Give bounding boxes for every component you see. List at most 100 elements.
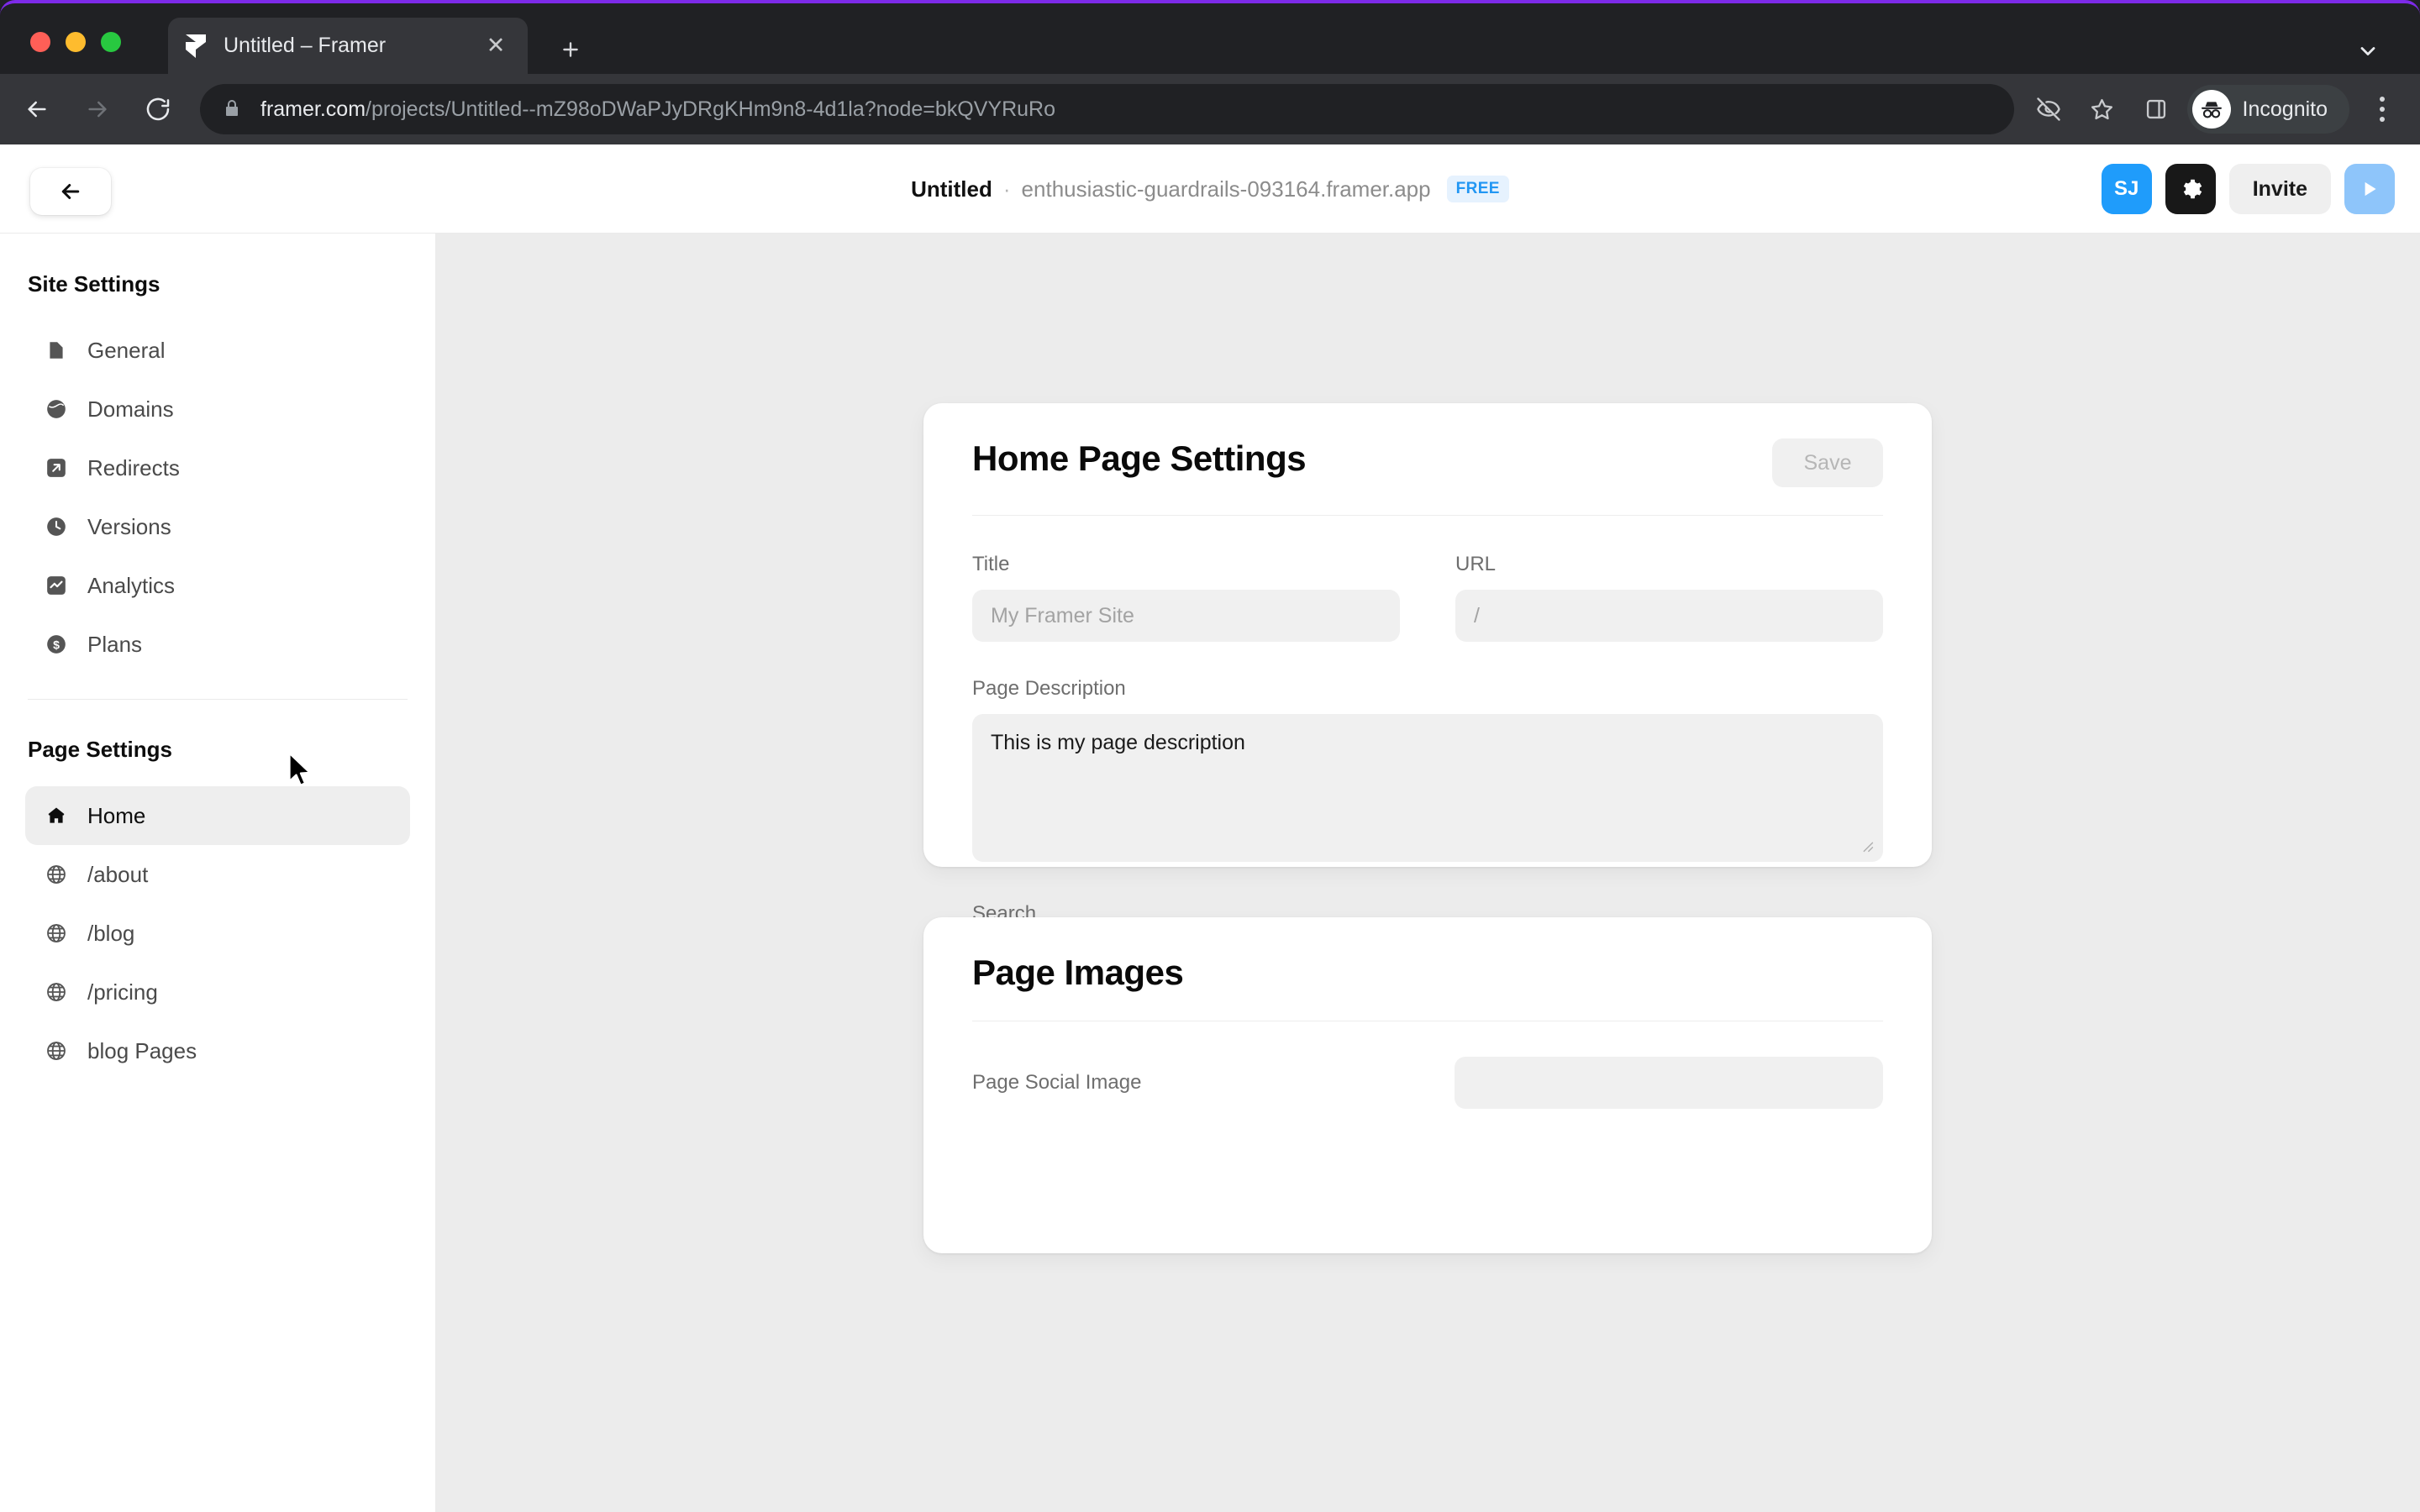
page-images-title: Page Images: [972, 953, 1184, 992]
star-icon[interactable]: [2080, 87, 2125, 132]
svg-text:$: $: [53, 638, 60, 651]
title-field-group: Title My Framer Site: [972, 553, 1400, 642]
page-social-image-row: Page Social Image: [972, 1057, 1883, 1109]
home-page-settings-card: Home Page Settings Save Title My Framer …: [923, 403, 1932, 1210]
globe-filled-icon: [44, 396, 69, 422]
page-settings-heading: Page Settings: [28, 737, 172, 762]
sidebar-item-label: /pricing: [87, 979, 158, 1005]
sidebar-item-general[interactable]: General: [25, 321, 410, 380]
browser-tab-title: Untitled – Framer: [224, 34, 387, 57]
new-tab-button[interactable]: [550, 29, 591, 70]
plan-badge: FREE: [1446, 176, 1509, 202]
sidebar-item-plans[interactable]: $ Plans: [25, 615, 410, 674]
url-label: URL: [1455, 553, 1497, 575]
minimize-window-button[interactable]: [66, 32, 86, 52]
project-domain: enthusiastic-guardrails-093164.framer.ap…: [1021, 176, 1431, 202]
side-panel-icon[interactable]: [2133, 87, 2179, 132]
avatar[interactable]: SJ: [2101, 164, 2152, 214]
sidebar-item-about[interactable]: /about: [25, 845, 410, 904]
project-title: Untitled: [911, 176, 992, 202]
browser-toolbar: framer.com/projects/Untitled--mZ98oDWaPJ…: [0, 74, 2420, 144]
dollar-circle-icon: $: [44, 632, 69, 657]
kebab-menu-icon[interactable]: [2360, 87, 2405, 132]
framer-logo-icon: [183, 34, 208, 59]
page-images-card: Page Images Page Social Image: [923, 917, 1932, 1253]
browser-back-button[interactable]: [13, 86, 60, 133]
url-host: framer.com: [260, 97, 366, 121]
chart-box-icon: [44, 573, 69, 598]
url-path: /projects/Untitled--mZ98oDWaPJyDRgKHm9n8…: [366, 97, 1055, 121]
document-icon: [44, 338, 69, 363]
settings-sidebar: Site Settings General Domains Redirects: [0, 234, 436, 1512]
incognito-icon: [2191, 90, 2231, 129]
clock-icon: [44, 514, 69, 539]
title-label: Title: [972, 553, 1010, 575]
sidebar-item-label: Home: [87, 802, 146, 828]
breadcrumb-separator: ·: [1002, 176, 1011, 202]
url-input[interactable]: /: [1455, 590, 1883, 642]
project-breadcrumb: Untitled · enthusiastic-guardrails-09316…: [0, 144, 2420, 234]
chevron-down-icon[interactable]: [2351, 34, 2385, 68]
sidebar-item-analytics[interactable]: Analytics: [25, 556, 410, 615]
play-icon[interactable]: [2344, 164, 2395, 214]
browser-tab[interactable]: Untitled – Framer ✕: [168, 18, 528, 74]
card-body: Page Social Image: [923, 1057, 1932, 1109]
page-description-textarea[interactable]: This is my page description: [972, 714, 1883, 862]
globe-icon: [44, 1038, 69, 1063]
address-bar[interactable]: framer.com/projects/Untitled--mZ98oDWaPJ…: [200, 84, 2014, 134]
browser-window: Untitled – Framer ✕ framer.com/projects/…: [0, 0, 2420, 1512]
arrow-up-right-box-icon: [44, 455, 69, 480]
browser-tabstrip: Untitled – Framer ✕: [0, 7, 2420, 74]
maximize-window-button[interactable]: [101, 32, 121, 52]
home-icon: [44, 803, 69, 828]
browser-reload-button[interactable]: [134, 86, 182, 133]
close-window-button[interactable]: [30, 32, 50, 52]
page-description-label: Page Description: [972, 677, 1126, 700]
divider: [972, 515, 1883, 516]
profile-incognito-button[interactable]: Incognito: [2186, 85, 2349, 134]
lock-icon: [222, 98, 244, 120]
address-bar-url: framer.com/projects/Untitled--mZ98oDWaPJ…: [260, 97, 1055, 122]
sidebar-item-pricing[interactable]: /pricing: [25, 963, 410, 1021]
sidebar-item-blog[interactable]: /blog: [25, 904, 410, 963]
sidebar-item-label: Domains: [87, 396, 174, 422]
sidebar-item-home[interactable]: Home: [25, 786, 410, 845]
invite-button[interactable]: Invite: [2228, 164, 2331, 214]
sidebar-item-label: Plans: [87, 631, 143, 657]
sidebar-item-label: Redirects: [87, 454, 180, 480]
globe-icon: [44, 921, 69, 946]
sidebar-item-label: /blog: [87, 920, 135, 946]
sidebar-item-domains[interactable]: Domains: [25, 380, 410, 438]
page-social-image-label: Page Social Image: [972, 1071, 1142, 1094]
card-header: Home Page Settings Save: [923, 403, 1932, 487]
site-settings-heading: Site Settings: [28, 271, 160, 297]
profile-label: Incognito: [2242, 97, 2328, 121]
description-field-group: Page Description This is my page descrip…: [972, 677, 1883, 862]
header-actions: SJ Invite: [2101, 144, 2395, 234]
gear-icon[interactable]: [2165, 164, 2216, 214]
page-viewport: Untitled · enthusiastic-guardrails-09316…: [0, 144, 2420, 1512]
browser-forward-button: [74, 86, 121, 133]
page-title: Home Page Settings: [972, 438, 1307, 478]
resize-handle-icon[interactable]: [1858, 837, 1876, 855]
title-url-row: Title My Framer Site URL /: [972, 553, 1883, 642]
page-description-value: This is my page description: [991, 731, 1245, 754]
sidebar-item-blog-pages[interactable]: blog Pages: [25, 1021, 410, 1080]
page-social-image-input[interactable]: [1455, 1057, 1883, 1109]
sidebar-item-redirects[interactable]: Redirects: [25, 438, 410, 497]
settings-content-area: Home Page Settings Save Title My Framer …: [436, 234, 2420, 1512]
framer-app-header: Untitled · enthusiastic-guardrails-09316…: [0, 144, 2420, 234]
eye-off-icon[interactable]: [2026, 87, 2071, 132]
url-field-group: URL /: [1455, 553, 1883, 642]
globe-icon: [44, 862, 69, 887]
title-input[interactable]: My Framer Site: [972, 590, 1400, 642]
sidebar-item-label: Versions: [87, 513, 171, 539]
close-icon[interactable]: ✕: [479, 29, 513, 63]
card-header: Page Images: [923, 917, 1932, 993]
sidebar-item-versions[interactable]: Versions: [25, 497, 410, 556]
save-button[interactable]: Save: [1772, 438, 1883, 487]
sidebar-item-label: /about: [87, 861, 149, 887]
globe-icon: [44, 979, 69, 1005]
app-back-button[interactable]: [30, 168, 111, 215]
window-traffic-lights: [30, 32, 121, 52]
